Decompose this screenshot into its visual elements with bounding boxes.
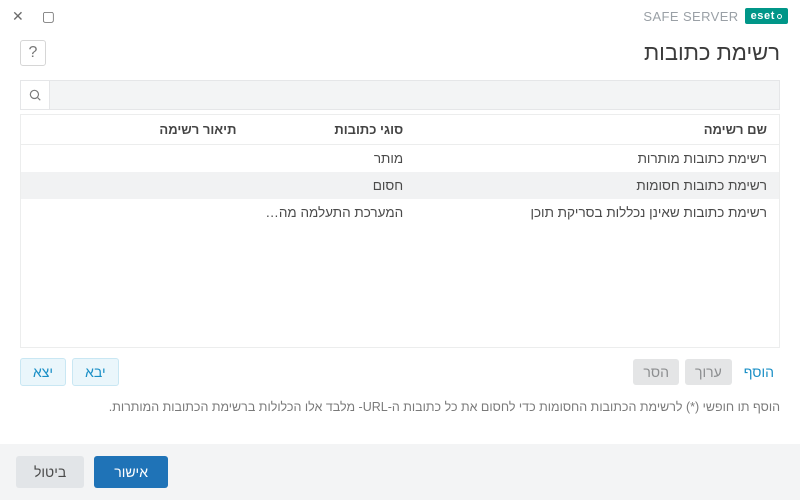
- table-actions: הוסף ערוך הסר יבא יצא: [20, 358, 780, 386]
- add-button[interactable]: הוסף: [738, 359, 780, 385]
- search-button[interactable]: [20, 80, 50, 110]
- import-button[interactable]: יבא: [72, 358, 119, 386]
- cell-name: רשימת כתובות מותרות: [415, 145, 779, 173]
- search-input[interactable]: [50, 80, 780, 110]
- brand-product: SAFE SERVER: [643, 9, 738, 24]
- cell-type: חסום: [248, 172, 415, 199]
- cancel-button[interactable]: ביטול: [16, 456, 84, 488]
- page-title: רשימת כתובות: [644, 40, 780, 66]
- edit-button[interactable]: ערוך: [685, 359, 732, 385]
- close-icon[interactable]: ✕: [12, 9, 24, 23]
- col-type[interactable]: סוגי כתובות: [248, 115, 415, 145]
- help-icon: ?: [29, 44, 38, 62]
- cell-type: המערכת התעלמה מהתוכ...: [248, 199, 415, 226]
- cell-type: מותר: [248, 145, 415, 173]
- table-actions-io: יבא יצא: [20, 358, 119, 386]
- table-actions-primary: הוסף ערוך הסר: [633, 359, 780, 385]
- brand-badge: eset: [745, 8, 788, 24]
- col-desc[interactable]: תיאור רשימה: [21, 115, 248, 145]
- cell-name: רשימת כתובות שאינן נכללות בסריקת תוכן: [415, 199, 779, 226]
- help-button[interactable]: ?: [20, 40, 46, 66]
- cell-desc: [21, 172, 248, 199]
- table-header-row: שם רשימה סוגי כתובות תיאור רשימה: [21, 115, 779, 145]
- search-icon: [28, 88, 42, 102]
- col-name[interactable]: שם רשימה: [415, 115, 779, 145]
- table-row[interactable]: רשימת כתובות חסומות חסום: [21, 172, 779, 199]
- window-controls: ▢ ✕: [12, 9, 55, 23]
- search-row: [20, 80, 780, 110]
- hint-text: הוסף תו חופשי (*) לרשימת הכתובות החסומות…: [0, 386, 800, 414]
- table-body: רשימת כתובות מותרות מותר רשימת כתובות חס…: [21, 145, 779, 227]
- content: שם רשימה סוגי כתובות תיאור רשימה רשימת כ…: [0, 80, 800, 386]
- export-button[interactable]: יצא: [20, 358, 66, 386]
- address-list-table: שם רשימה סוגי כתובות תיאור רשימה רשימת כ…: [20, 114, 780, 348]
- header: רשימת כתובות ?: [0, 32, 800, 80]
- cell-desc: [21, 199, 248, 226]
- maximize-icon[interactable]: ▢: [42, 9, 55, 23]
- brand: eset SAFE SERVER: [643, 8, 788, 24]
- table-row[interactable]: רשימת כתובות שאינן נכללות בסריקת תוכן המ…: [21, 199, 779, 226]
- brand-dot-icon: [777, 14, 782, 19]
- remove-button[interactable]: הסר: [633, 359, 679, 385]
- cell-name: רשימת כתובות חסומות: [415, 172, 779, 199]
- brand-badge-text: eset: [751, 10, 775, 22]
- table-row[interactable]: רשימת כתובות מותרות מותר: [21, 145, 779, 173]
- titlebar: eset SAFE SERVER ▢ ✕: [0, 0, 800, 32]
- cell-desc: [21, 145, 248, 173]
- ok-button[interactable]: אישור: [94, 456, 168, 488]
- footer: אישור ביטול: [0, 444, 800, 500]
